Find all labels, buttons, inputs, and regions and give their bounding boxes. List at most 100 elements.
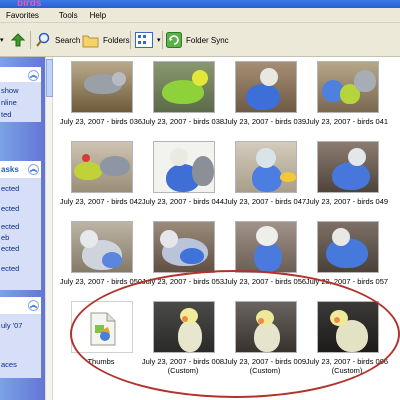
photo-thumbnail	[235, 141, 297, 193]
file-name: July 23, 2007 - birds 036	[59, 117, 143, 126]
file-name: July 23, 2007 - birds 041	[305, 117, 389, 126]
up-folder-button[interactable]	[10, 31, 26, 49]
back-dropdown-button[interactable]: ▾	[0, 31, 4, 49]
collapse-chevron-icon[interactable]: ︽	[28, 300, 39, 311]
file-name: July 23, 2007 - birds 008	[141, 357, 225, 366]
photo-thumbnail	[317, 221, 379, 273]
file-item[interactable]: July 23, 2007 - birds 009 (Custom)	[224, 297, 306, 377]
photo-thumbnail	[71, 61, 133, 113]
vertical-scrollbar[interactable]	[45, 57, 53, 400]
task-pane-header-2[interactable]: asks ︽	[0, 161, 41, 178]
file-item[interactable]: July 23, 2007 - birds 050	[60, 217, 142, 297]
task-pane: ︽ show nline ted asks ︽ ected ected ecte…	[0, 57, 45, 400]
task-pane-title: asks	[1, 165, 19, 174]
file-item[interactable]: July 23, 2007 - birds 041	[306, 57, 388, 137]
collapse-chevron-icon[interactable]: ︽	[28, 164, 39, 175]
file-item[interactable]: July 23, 2007 - birds 047	[224, 137, 306, 217]
file-name: July 23, 2007 - birds 047	[223, 197, 307, 206]
folder-sync-button[interactable]: Folder Sync	[166, 31, 229, 49]
toolbar: ▾ Search Folders ▾ Folder Sync	[0, 23, 400, 57]
file-subtitle: (Custom)	[249, 366, 281, 375]
task-pane-header-1[interactable]: ︽	[0, 67, 41, 82]
generic-file-icon	[90, 312, 116, 346]
chevron-down-icon: ▾	[0, 37, 4, 44]
photo-thumbnail	[153, 301, 215, 353]
file-item[interactable]: July 23, 2007 - birds 038	[142, 57, 224, 137]
task-link[interactable]: ected	[1, 204, 19, 213]
photo-thumbnail	[317, 141, 379, 193]
file-item[interactable]: July 23, 2007 - birds 008 (Custom)	[142, 297, 224, 377]
file-name: July 23, 2007 - birds 057	[305, 277, 389, 286]
file-name: July 23, 2007 - birds 009	[223, 357, 307, 366]
file-item[interactable]: Thumbs	[61, 297, 141, 377]
file-item[interactable]: July 23, 2007 - birds 049	[306, 137, 388, 217]
sync-icon	[166, 32, 182, 48]
menu-bar: Favorites Tools Help	[0, 8, 400, 23]
photo-thumbnail	[71, 221, 133, 273]
photo-thumbnail	[235, 61, 297, 113]
folder-icon	[82, 35, 99, 47]
task-link[interactable]: ected	[1, 222, 19, 231]
file-name: July 23, 2007 - birds 050	[59, 277, 143, 286]
chevron-down-icon: ▾	[157, 37, 161, 44]
menu-favorites[interactable]: Favorites	[0, 11, 45, 20]
file-name: July 23, 2007 - birds 042	[59, 197, 143, 206]
file-name: July 23, 2007 - birds 053	[141, 277, 225, 286]
file-item[interactable]: July 23, 2007 - birds 057	[306, 217, 388, 297]
title-bar: birds	[0, 0, 400, 9]
file-name: July 23, 2007 - birds 039	[223, 117, 307, 126]
file-item[interactable]: July 23, 2007 - birds 044	[142, 137, 224, 217]
views-button[interactable]: ▾	[135, 31, 161, 49]
file-item[interactable]: July 23, 2007 - birds 053	[142, 217, 224, 297]
file-subtitle: (Custom)	[331, 366, 363, 375]
views-grid-icon	[135, 32, 153, 48]
toolbar-separator	[30, 31, 31, 49]
photo-thumbnail	[235, 221, 297, 273]
file-item[interactable]: July 23, 2007 - birds 006 (Custom)	[306, 297, 388, 377]
photo-thumbnail	[317, 61, 379, 113]
toolbar-separator	[130, 31, 131, 49]
collapse-chevron-icon[interactable]: ︽	[28, 70, 39, 81]
task-pane-header-3[interactable]: ︽	[0, 297, 41, 314]
photo-thumbnail	[235, 301, 297, 353]
file-item[interactable]: July 23, 2007 - birds 036	[60, 57, 142, 137]
photo-thumbnail	[153, 141, 215, 193]
task-link[interactable]: ected	[1, 184, 19, 193]
task-link[interactable]: uly '07	[1, 321, 22, 330]
file-item[interactable]: July 23, 2007 - birds 042	[60, 137, 142, 217]
folders-label: Folders	[103, 35, 130, 45]
file-view: July 23, 2007 - birds 036 July 23, 2007 …	[53, 57, 400, 400]
thumbs-db-file	[71, 301, 133, 353]
file-name: Thumbs	[87, 357, 115, 366]
file-name: July 23, 2007 - birds 006	[305, 357, 389, 366]
file-name: July 23, 2007 - birds 049	[305, 197, 389, 206]
file-item[interactable]: July 23, 2007 - birds 056	[224, 217, 306, 297]
task-link[interactable]: eb	[1, 233, 9, 242]
file-item[interactable]: July 23, 2007 - birds 039	[224, 57, 306, 137]
task-link[interactable]: show	[1, 86, 19, 95]
file-name: July 23, 2007 - birds 038	[141, 117, 225, 126]
task-link[interactable]: ected	[1, 264, 19, 273]
scrollbar-thumb[interactable]	[46, 59, 53, 97]
file-name: July 23, 2007 - birds 044	[141, 197, 225, 206]
task-link[interactable]: aces	[1, 360, 17, 369]
task-link[interactable]: ected	[1, 244, 19, 253]
task-pane-section-2: ected ected ected eb ected ected	[0, 178, 41, 290]
photo-thumbnail	[153, 61, 215, 113]
menu-tools[interactable]: Tools	[53, 11, 84, 20]
search-button[interactable]: Search	[35, 31, 80, 49]
search-icon	[36, 32, 50, 47]
photo-thumbnail	[71, 141, 133, 193]
task-pane-section-1: show nline ted	[0, 82, 41, 122]
task-pane-section-3: uly '07 aces	[0, 314, 41, 378]
up-arrow-icon	[10, 33, 26, 47]
task-link[interactable]: nline	[1, 98, 17, 107]
photo-thumbnail	[317, 301, 379, 353]
file-name: July 23, 2007 - birds 056	[223, 277, 307, 286]
task-link[interactable]: ted	[1, 110, 11, 119]
menu-help[interactable]: Help	[84, 11, 112, 20]
folder-sync-label: Folder Sync	[186, 35, 229, 45]
folders-button[interactable]: Folders	[82, 31, 130, 49]
photo-thumbnail	[153, 221, 215, 273]
toolbar-separator	[162, 31, 163, 49]
